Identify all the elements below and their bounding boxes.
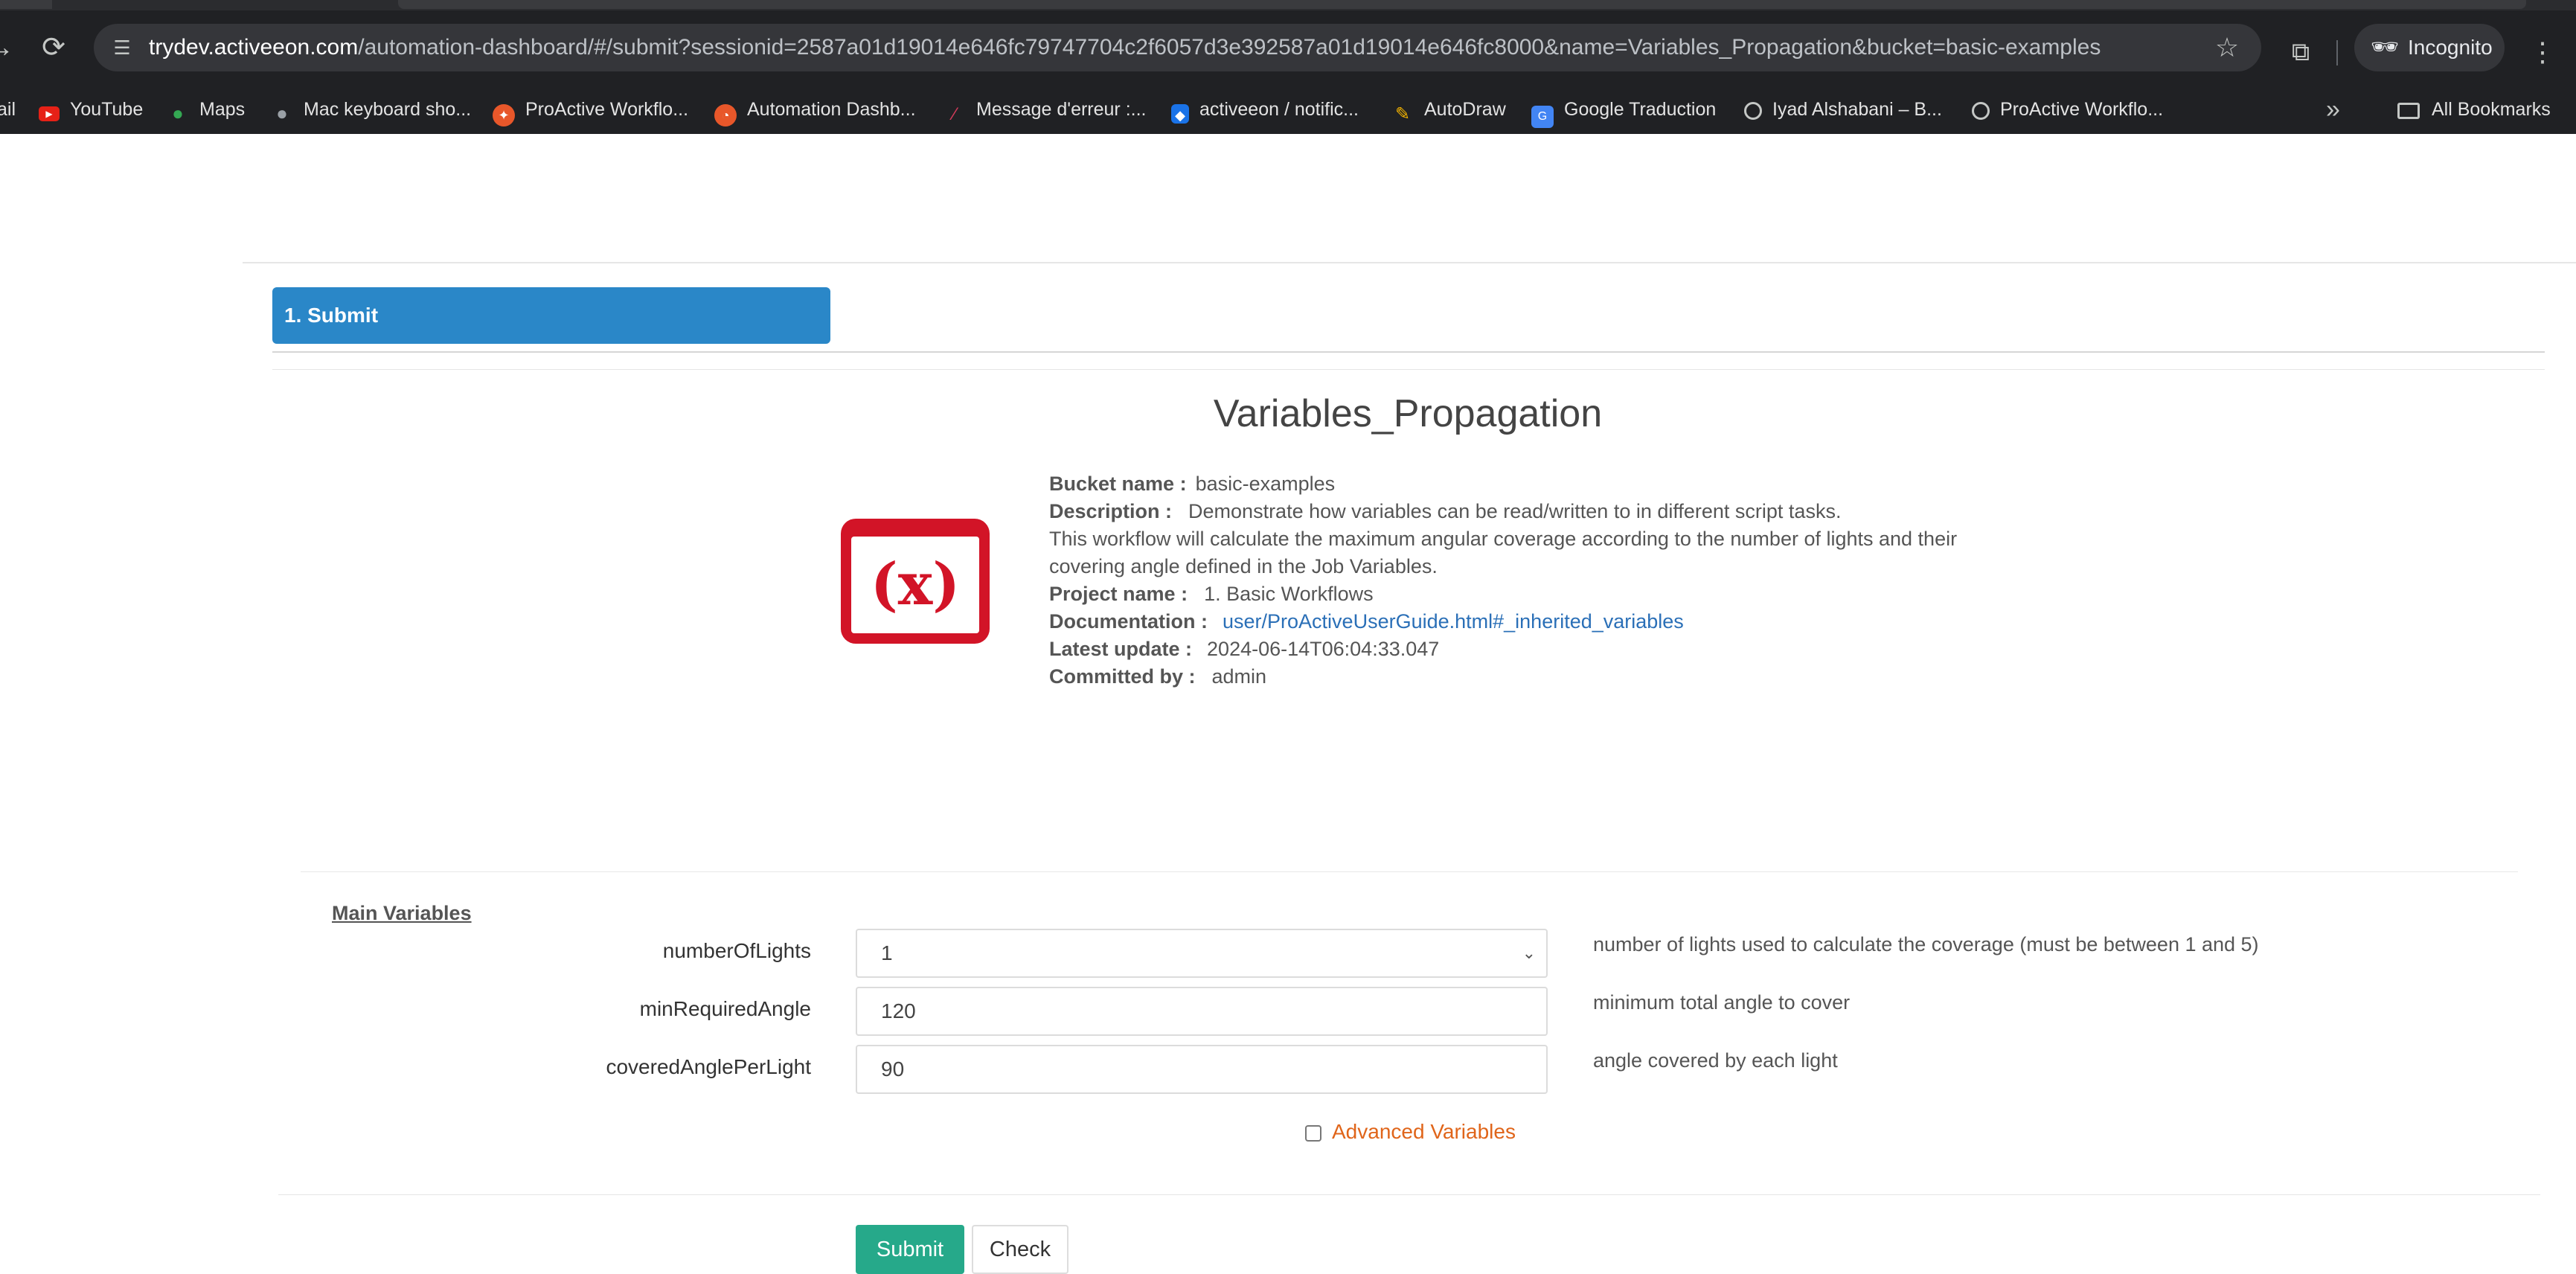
check-button[interactable]: Check [972, 1225, 1068, 1274]
variable-label-minRequiredAngle: minRequiredAngle [639, 997, 811, 1020]
workflow-title: Variables_Propagation [1213, 392, 1603, 435]
reload-icon[interactable]: ⟳ [34, 28, 73, 67]
bookmark-item[interactable]: ail [0, 85, 16, 134]
variable-label-coveredAnglePerLight: coveredAnglePerLight [606, 1055, 811, 1078]
info-latest-update: Latest update :2024-06-14T06:04:33.047 [1049, 638, 1440, 660]
bitbucket-icon: ◆ [1171, 104, 1189, 124]
bookmark-item[interactable]: ✦ ProActive Workflo... [493, 85, 688, 134]
toolbar-divider [2336, 40, 2338, 65]
autodraw-icon: ✎ [1394, 104, 1411, 124]
site-settings-icon[interactable]: ☰ [107, 33, 137, 63]
divider [243, 262, 2576, 263]
documentation-link[interactable]: user/ProActiveUserGuide.html#_inherited_… [1223, 610, 1684, 633]
all-bookmarks-button[interactable]: All Bookmarks [2397, 85, 2551, 134]
numberOfLights-select[interactable]: 1 ⌄ [856, 929, 1548, 978]
folder-icon [2397, 103, 2420, 119]
bookmark-item[interactable]: ▶ YouTube [39, 85, 143, 134]
variable-description: angle covered by each light [1593, 1049, 1838, 1072]
browser-tab[interactable] [398, 0, 2526, 9]
bookmark-item[interactable]: ⁄ Message d'erreur :... [943, 85, 1147, 134]
bookmark-star-icon[interactable]: ☆ [2211, 31, 2243, 64]
bookmarks-overflow-icon[interactable]: » [2326, 85, 2340, 134]
submit-button[interactable]: Submit [856, 1225, 964, 1274]
description-line: covering angle defined in the Job Variab… [1049, 555, 1438, 577]
bookmarks-bar: ail ▶ YouTube ● Maps ● Mac keyboard sho... … [0, 85, 2576, 134]
incognito-badge[interactable]: 🕶 Incognito [2354, 24, 2505, 71]
maps-pin-icon: ● [172, 102, 184, 124]
bookmark-item[interactable]: ● Maps [167, 85, 245, 134]
browser-menu-icon[interactable]: ⋮ [2524, 33, 2561, 71]
workflow-info: Bucket name : basic-examples Description … [1049, 470, 2016, 691]
browser-tab-strip [0, 0, 2576, 10]
info-project: Project name :1. Basic Workflows [1049, 583, 1374, 605]
bookmark-item[interactable]: ◆ activeeon / notific... [1171, 85, 1359, 134]
bookmark-item[interactable]: ProActive Workflo... [1972, 85, 2163, 134]
divider [272, 351, 2545, 353]
browser-toolbar: → ⟳ ☰ trydev.activeeon.com/automation-da… [0, 10, 2576, 85]
youtube-icon: ▶ [39, 106, 60, 121]
advanced-variables-label[interactable]: Advanced Variables [1332, 1120, 1516, 1143]
advanced-variables-checkbox[interactable] [1305, 1125, 1321, 1142]
url-text[interactable]: trydev.activeeon.com/automation-dashboar… [149, 24, 2101, 71]
main-variables-heading[interactable]: Main Variables [332, 902, 472, 925]
bookmark-item[interactable]: ● Mac keyboard sho... [271, 85, 471, 134]
apple-icon: ● [276, 102, 288, 124]
incognito-icon: 🕶 [2371, 35, 2400, 60]
advanced-variables-toggle[interactable]: Advanced Variables [1305, 1120, 1516, 1144]
variable-label-numberOfLights: numberOfLights [662, 939, 811, 962]
dashboard-gauge-icon: ◔ [714, 104, 737, 127]
minRequiredAngle-input[interactable]: 120 [856, 987, 1548, 1036]
globe-icon [1744, 102, 1762, 120]
variable-description: number of lights used to calculate the c… [1593, 933, 2259, 956]
submit-page: 1. Submit Variables_Propagation (x) Buck… [0, 134, 2576, 1274]
extensions-icon[interactable]: ⧉ [2281, 33, 2320, 71]
bookmark-item[interactable]: G Google Traduction [1531, 85, 1716, 134]
info-bucket: Bucket name : basic-examples [1049, 473, 1336, 495]
divider [301, 871, 2518, 872]
divider [272, 369, 2545, 370]
variable-description: minimum total angle to cover [1593, 991, 1851, 1014]
forward-arrow-icon[interactable]: → [0, 28, 19, 67]
workflow-variables-logo-icon: (x) [841, 519, 990, 644]
proactive-icon: ✦ [493, 104, 515, 127]
incognito-label: Incognito [2408, 36, 2493, 59]
chevron-down-icon: ⌄ [1522, 944, 1536, 962]
info-description: Description : Demonstrate how variables c… [1049, 500, 1842, 522]
bookmark-item[interactable]: ◔ Automation Dashb... [714, 85, 916, 134]
browser-tab[interactable] [0, 0, 52, 9]
divider [278, 1194, 2540, 1195]
address-bar[interactable]: ☰ trydev.activeeon.com/automation-dashbo… [94, 24, 2261, 71]
info-committed-by: Committed by : admin [1049, 665, 1267, 688]
bookmark-item[interactable]: Iyad Alshabani – B... [1744, 85, 1942, 134]
description-line: This workflow will calculate the maximum… [1049, 528, 1958, 550]
globe-icon [1972, 102, 1990, 120]
google-translate-icon: G [1531, 106, 1554, 128]
step-tab-submit[interactable]: 1. Submit [272, 287, 830, 344]
coveredAnglePerLight-input[interactable]: 90 [856, 1045, 1548, 1094]
all-bookmarks-label: All Bookmarks [2432, 99, 2551, 120]
bookmark-item[interactable]: ✎ AutoDraw [1391, 85, 1506, 134]
info-documentation: Documentation : user/ProActiveUserGuide.h… [1049, 610, 1684, 633]
slack-message-icon: ⁄ [952, 104, 956, 124]
